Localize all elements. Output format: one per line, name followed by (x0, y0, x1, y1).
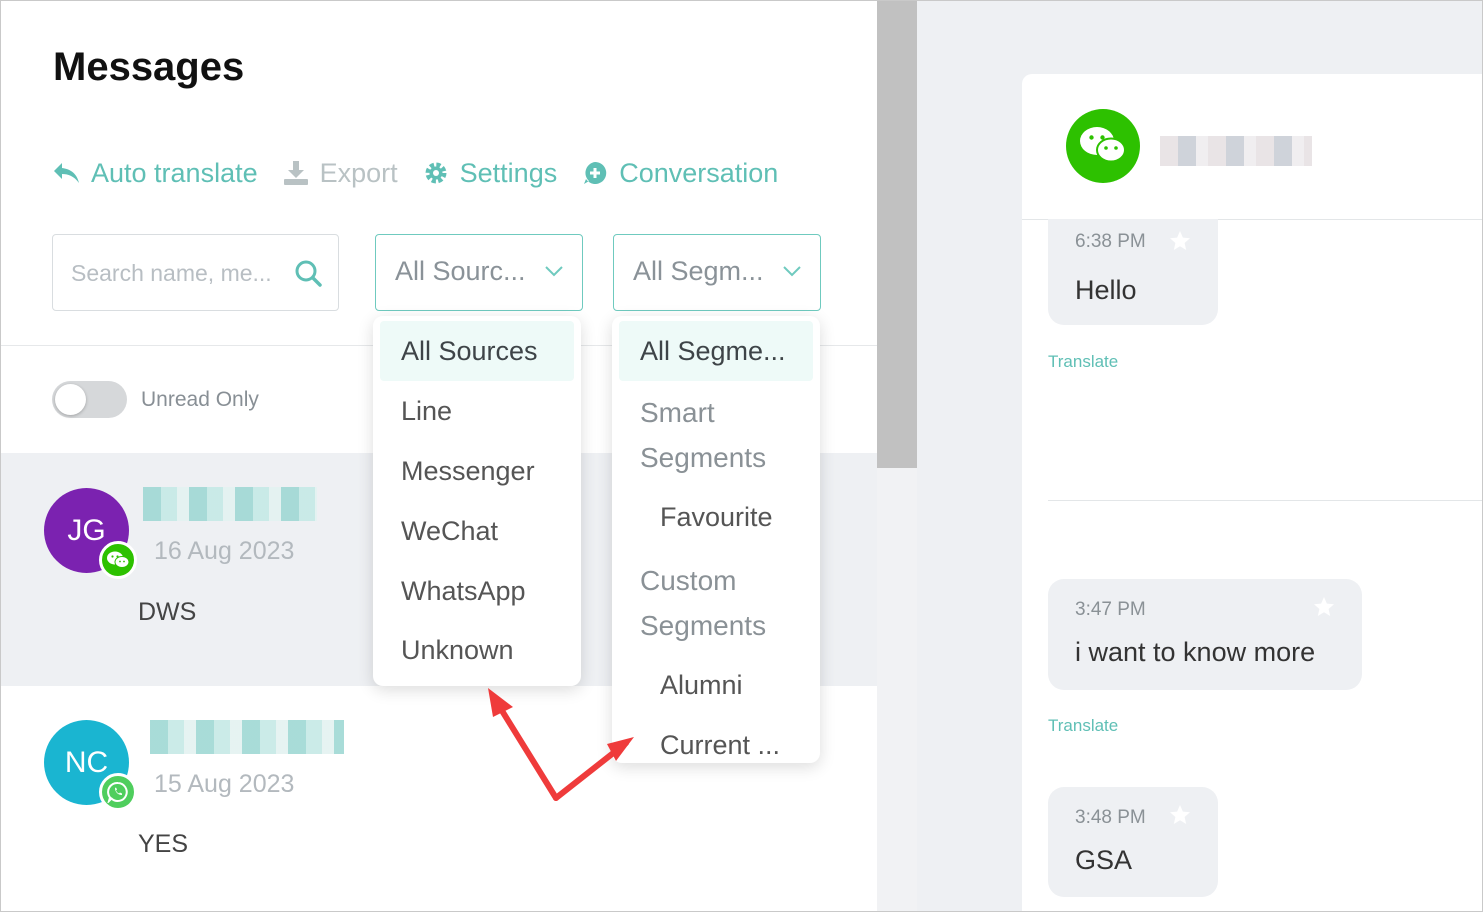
translate-link[interactable]: Translate (1048, 716, 1118, 736)
export-label: Export (319, 157, 398, 188)
message-bubble: 3:47 PM i want to know more (1048, 579, 1362, 690)
message-time: 3:47 PM (1075, 599, 1146, 620)
segment-dropdown-menu: All Segme... Smart Segments Favourite Cu… (612, 316, 820, 763)
avatar: NC (44, 720, 137, 811)
chat-plus-icon (581, 159, 609, 187)
chat-header (1022, 74, 1482, 220)
group-label-line: Smart (640, 397, 715, 428)
translate-link[interactable]: Translate (1048, 352, 1118, 372)
whatsapp-icon (99, 773, 137, 811)
group-label-line: Segments (640, 610, 767, 641)
messages-panel: Messages Auto translate Export Settings (1, 1, 877, 911)
menu-item-unknown[interactable]: Unknown (380, 620, 574, 680)
segment-filter-value: All Segm... (633, 256, 764, 286)
message-text: i want to know more (1075, 637, 1316, 667)
menu-item-favourite[interactable]: Favourite (660, 502, 773, 533)
scrollbar[interactable] (877, 1, 917, 911)
group-label-line: Segments (640, 442, 767, 473)
menu-item-messenger[interactable]: Messenger (380, 441, 574, 501)
unread-only-toggle[interactable] (52, 381, 127, 418)
toolbar: Auto translate Export Settings Conversat… (53, 153, 802, 193)
auto-translate-label: Auto translate (91, 157, 258, 188)
menu-item-all-segments[interactable]: All Segme... (619, 321, 813, 381)
auto-translate-button[interactable]: Auto translate (53, 158, 258, 189)
menu-item-whatsapp[interactable]: WhatsApp (380, 561, 574, 621)
toggle-knob (55, 384, 86, 415)
wechat-icon (99, 541, 137, 579)
contact-name-redacted (143, 487, 317, 521)
group-label-smart-segments: Smart Segments (640, 390, 766, 480)
reply-all-icon (53, 159, 81, 187)
message-text: Hello (1075, 275, 1137, 305)
conversation-button[interactable]: Conversation (581, 158, 778, 189)
menu-item-wechat[interactable]: WeChat (380, 501, 574, 561)
menu-item-current[interactable]: Current ... (660, 730, 780, 761)
segment-filter-select[interactable]: All Segm... (613, 234, 821, 311)
avatar: JG (44, 488, 137, 579)
source-filter-select[interactable]: All Sourc... (375, 234, 583, 311)
search-box (52, 234, 339, 311)
download-icon (282, 159, 310, 187)
page-title: Messages (53, 45, 245, 89)
gear-icon (422, 159, 450, 187)
group-label-custom-segments: Custom Segments (640, 558, 766, 648)
export-button[interactable]: Export (282, 158, 398, 189)
settings-label: Settings (459, 157, 558, 188)
menu-item-alumni[interactable]: Alumni (660, 670, 743, 701)
divider (1048, 500, 1482, 501)
conversation-preview: DWS (138, 598, 197, 626)
star-icon[interactable] (1168, 803, 1192, 827)
message-bubble: 3:48 PM GSA (1048, 787, 1218, 897)
group-label-line: Custom (640, 565, 737, 596)
avatar-initials: JG (67, 513, 106, 547)
star-icon[interactable] (1168, 229, 1192, 253)
source-dropdown-menu: All Sources Line Messenger WeChat WhatsA… (373, 316, 581, 686)
conversation-date: 15 Aug 2023 (154, 770, 295, 798)
message-time: 3:48 PM (1075, 807, 1146, 828)
conversation-preview: YES (138, 830, 189, 858)
conversation-label: Conversation (619, 157, 779, 188)
chat-panel-background: 6:38 PM Hello Translate 3:47 PM i want t… (917, 1, 1482, 911)
unread-only-label: Unread Only (141, 388, 259, 411)
chevron-down-icon (782, 264, 802, 278)
star-icon[interactable] (1312, 595, 1336, 619)
contact-name-redacted (150, 720, 344, 754)
source-filter-value: All Sourc... (395, 256, 526, 286)
message-bubble: 6:38 PM Hello (1048, 219, 1218, 325)
menu-item-all-sources[interactable]: All Sources (380, 321, 574, 381)
app-window: Messages Auto translate Export Settings (0, 0, 1483, 912)
conversation-date: 16 Aug 2023 (154, 537, 295, 565)
settings-button[interactable]: Settings (422, 157, 558, 189)
wechat-icon (1066, 109, 1140, 183)
contact-name-redacted (1160, 136, 1312, 166)
search-icon[interactable] (294, 259, 322, 287)
chevron-down-icon (544, 264, 564, 278)
avatar-initials: NC (64, 745, 109, 779)
scrollbar-thumb[interactable] (877, 1, 917, 468)
chat-panel: 6:38 PM Hello Translate 3:47 PM i want t… (1022, 74, 1482, 911)
message-time: 6:38 PM (1075, 231, 1146, 252)
search-input[interactable] (71, 255, 289, 291)
menu-item-line[interactable]: Line (380, 381, 574, 441)
message-text: GSA (1075, 845, 1133, 875)
